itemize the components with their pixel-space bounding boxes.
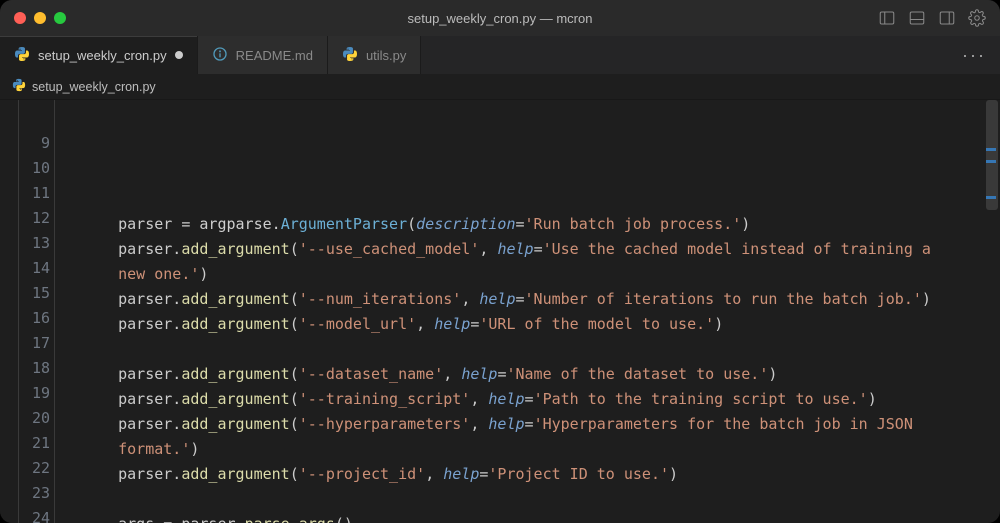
breadcrumb[interactable]: setup_weekly_cron.py [0, 74, 1000, 100]
layout-toggle-1-icon[interactable] [878, 9, 896, 27]
titlebar: setup_weekly_cron.py — mcron [0, 0, 1000, 36]
close-window-button[interactable] [14, 12, 26, 24]
overview-marker [986, 196, 996, 199]
window-title: setup_weekly_cron.py — mcron [0, 11, 1000, 26]
gear-icon[interactable] [968, 9, 986, 27]
code-line[interactable] [64, 487, 992, 512]
code-line[interactable]: new one.') [64, 262, 992, 287]
tab-setup_weekly_cron-py[interactable]: setup_weekly_cron.py [0, 36, 198, 74]
modified-indicator-icon [175, 51, 183, 59]
minimize-window-button[interactable] [34, 12, 46, 24]
line-number: 18 [0, 356, 50, 381]
tab-label: README.md [236, 48, 313, 63]
code-editor[interactable]: 91011121314151617181920212223242526 pars… [0, 100, 1000, 523]
line-number [0, 106, 50, 131]
line-number: 20 [0, 406, 50, 431]
line-number: 16 [0, 306, 50, 331]
code-line[interactable]: parser.add_argument('--use_cached_model'… [64, 237, 992, 262]
vertical-scrollbar[interactable] [986, 100, 998, 523]
line-number: 21 [0, 431, 50, 456]
code-area[interactable]: parser = argparse.ArgumentParser(descrip… [64, 100, 1000, 523]
line-number: 9 [0, 131, 50, 156]
line-number: 17 [0, 331, 50, 356]
zoom-window-button[interactable] [54, 12, 66, 24]
line-number: 19 [0, 381, 50, 406]
scroll-thumb[interactable] [986, 100, 998, 210]
python-icon [342, 46, 358, 65]
breadcrumb-label: setup_weekly_cron.py [32, 80, 156, 94]
overview-marker [986, 148, 996, 151]
python-icon [14, 46, 30, 65]
overview-marker [986, 160, 996, 163]
code-line[interactable]: parser.add_argument('--dataset_name', he… [64, 362, 992, 387]
tab-label: utils.py [366, 48, 406, 63]
code-line[interactable]: args = parser.parse_args() [64, 512, 992, 523]
tab-README-md[interactable]: README.md [198, 36, 328, 74]
layout-toggle-2-icon[interactable] [908, 9, 926, 27]
tab-bar: setup_weekly_cron.py README.md utils.py ··· [0, 36, 1000, 74]
window-controls [0, 12, 66, 24]
line-number: 13 [0, 231, 50, 256]
title-actions [878, 9, 1000, 27]
code-line[interactable]: format.') [64, 437, 992, 462]
code-line[interactable]: parser.add_argument('--training_script',… [64, 387, 992, 412]
line-number: 11 [0, 181, 50, 206]
code-line[interactable]: parser.add_argument('--project_id', help… [64, 462, 992, 487]
info-icon [212, 46, 228, 65]
line-number: 12 [0, 206, 50, 231]
tab-utils-py[interactable]: utils.py [328, 36, 421, 74]
line-number: 23 [0, 481, 50, 506]
code-line[interactable]: parser.add_argument('--hyperparameters',… [64, 412, 992, 437]
editor-window: setup_weekly_cron.py — mcron setup_weekl… [0, 0, 1000, 523]
line-number: 14 [0, 256, 50, 281]
line-number: 22 [0, 456, 50, 481]
line-number: 10 [0, 156, 50, 181]
code-line[interactable] [64, 337, 992, 362]
tab-overflow-button[interactable]: ··· [948, 36, 1000, 74]
tab-label: setup_weekly_cron.py [38, 48, 167, 63]
line-number: 24 [0, 506, 50, 523]
line-number: 15 [0, 281, 50, 306]
code-line[interactable]: parser.add_argument('--num_iterations', … [64, 287, 992, 312]
code-line[interactable]: parser = argparse.ArgumentParser(descrip… [64, 212, 992, 237]
layout-toggle-3-icon[interactable] [938, 9, 956, 27]
code-line[interactable]: parser.add_argument('--model_url', help=… [64, 312, 992, 337]
python-icon [12, 78, 26, 95]
